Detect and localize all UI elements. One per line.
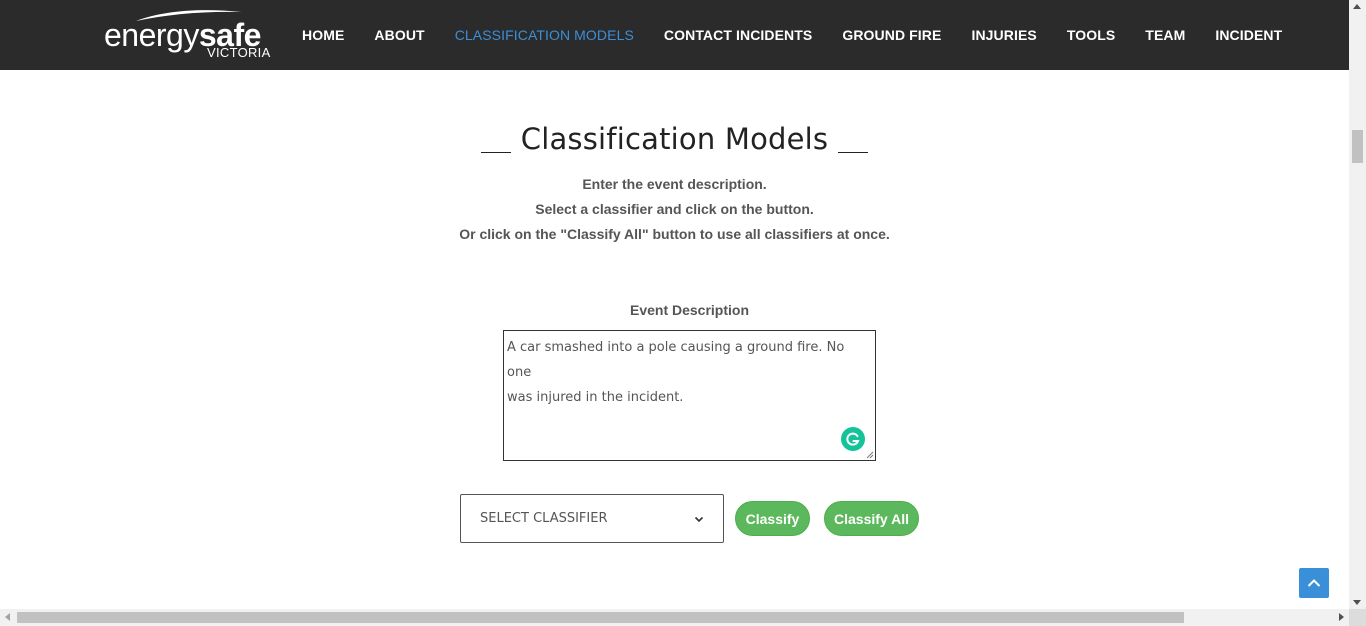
nav-item-about[interactable]: ABOUT: [359, 27, 439, 43]
title-dash-right: [838, 151, 869, 153]
nav-item-home[interactable]: HOME: [287, 27, 359, 43]
instruction-line: Or click on the "Classify All" button to…: [459, 226, 890, 242]
instruction-line: Enter the event description.: [582, 176, 767, 192]
event-description-label: Event Description: [629, 302, 750, 318]
nav-item-classification-models[interactable]: CLASSIFICATION MODELS: [440, 27, 649, 43]
page-title: Classification Models: [520, 122, 829, 156]
vertical-scroll-thumb[interactable]: [1352, 130, 1363, 163]
vertical-scrollbar[interactable]: [1349, 0, 1366, 609]
grammarly-icon[interactable]: [841, 427, 865, 451]
top-navbar: energysafe VICTORIA HOME ABOUT CLASSIFIC…: [0, 0, 1349, 70]
horizontal-scroll-thumb[interactable]: [17, 612, 1184, 623]
nav-item-ground-fire[interactable]: GROUND FIRE: [827, 27, 956, 43]
nav-item-incident[interactable]: INCIDENT: [1200, 27, 1297, 43]
title-dash-left: [480, 151, 511, 153]
classify-all-button[interactable]: Classify All: [824, 501, 919, 536]
nav-item-injuries[interactable]: INJURIES: [956, 27, 1051, 43]
textarea-line: was injured in the incident.: [507, 390, 684, 405]
chevron-up-icon: [1307, 579, 1321, 587]
event-description-textarea[interactable]: A car smashed into a pole causing a grou…: [503, 330, 876, 461]
instructions: Enter the event description. Select a cl…: [0, 172, 1349, 247]
classifier-select-value: SELECT CLASSIFIER: [480, 511, 608, 526]
resize-grip-icon[interactable]: [866, 451, 874, 459]
horizontal-scrollbar[interactable]: [0, 609, 1366, 626]
scroll-down-arrow-icon[interactable]: [1353, 600, 1361, 605]
scroll-right-arrow-icon[interactable]: [1339, 613, 1344, 621]
logo-brand-light: energy: [104, 17, 199, 53]
logo-subtitle: VICTORIA: [207, 45, 271, 60]
scroll-up-arrow-icon[interactable]: [1353, 4, 1361, 9]
nav-item-team[interactable]: TEAM: [1130, 27, 1200, 43]
page-title-row: Classification Models: [0, 122, 1349, 156]
classifier-select[interactable]: SELECT CLASSIFIER: [460, 494, 724, 543]
textarea-line: A car smashed into a pole causing a grou…: [507, 340, 845, 380]
instruction-line: Select a classifier and click on the but…: [535, 201, 814, 217]
classify-button[interactable]: Classify: [735, 501, 810, 536]
nav-item-tools[interactable]: TOOLS: [1052, 27, 1130, 43]
scroll-left-arrow-icon[interactable]: [5, 613, 10, 621]
main-nav: HOME ABOUT CLASSIFICATION MODELS CONTACT…: [287, 0, 1297, 70]
nav-item-contact-incidents[interactable]: CONTACT INCIDENTS: [649, 27, 827, 43]
back-to-top-button[interactable]: [1299, 568, 1329, 598]
scrollbar-corner: [1349, 609, 1366, 626]
energysafe-logo[interactable]: energysafe VICTORIA: [104, 8, 274, 62]
chevron-down-icon: [694, 516, 704, 522]
